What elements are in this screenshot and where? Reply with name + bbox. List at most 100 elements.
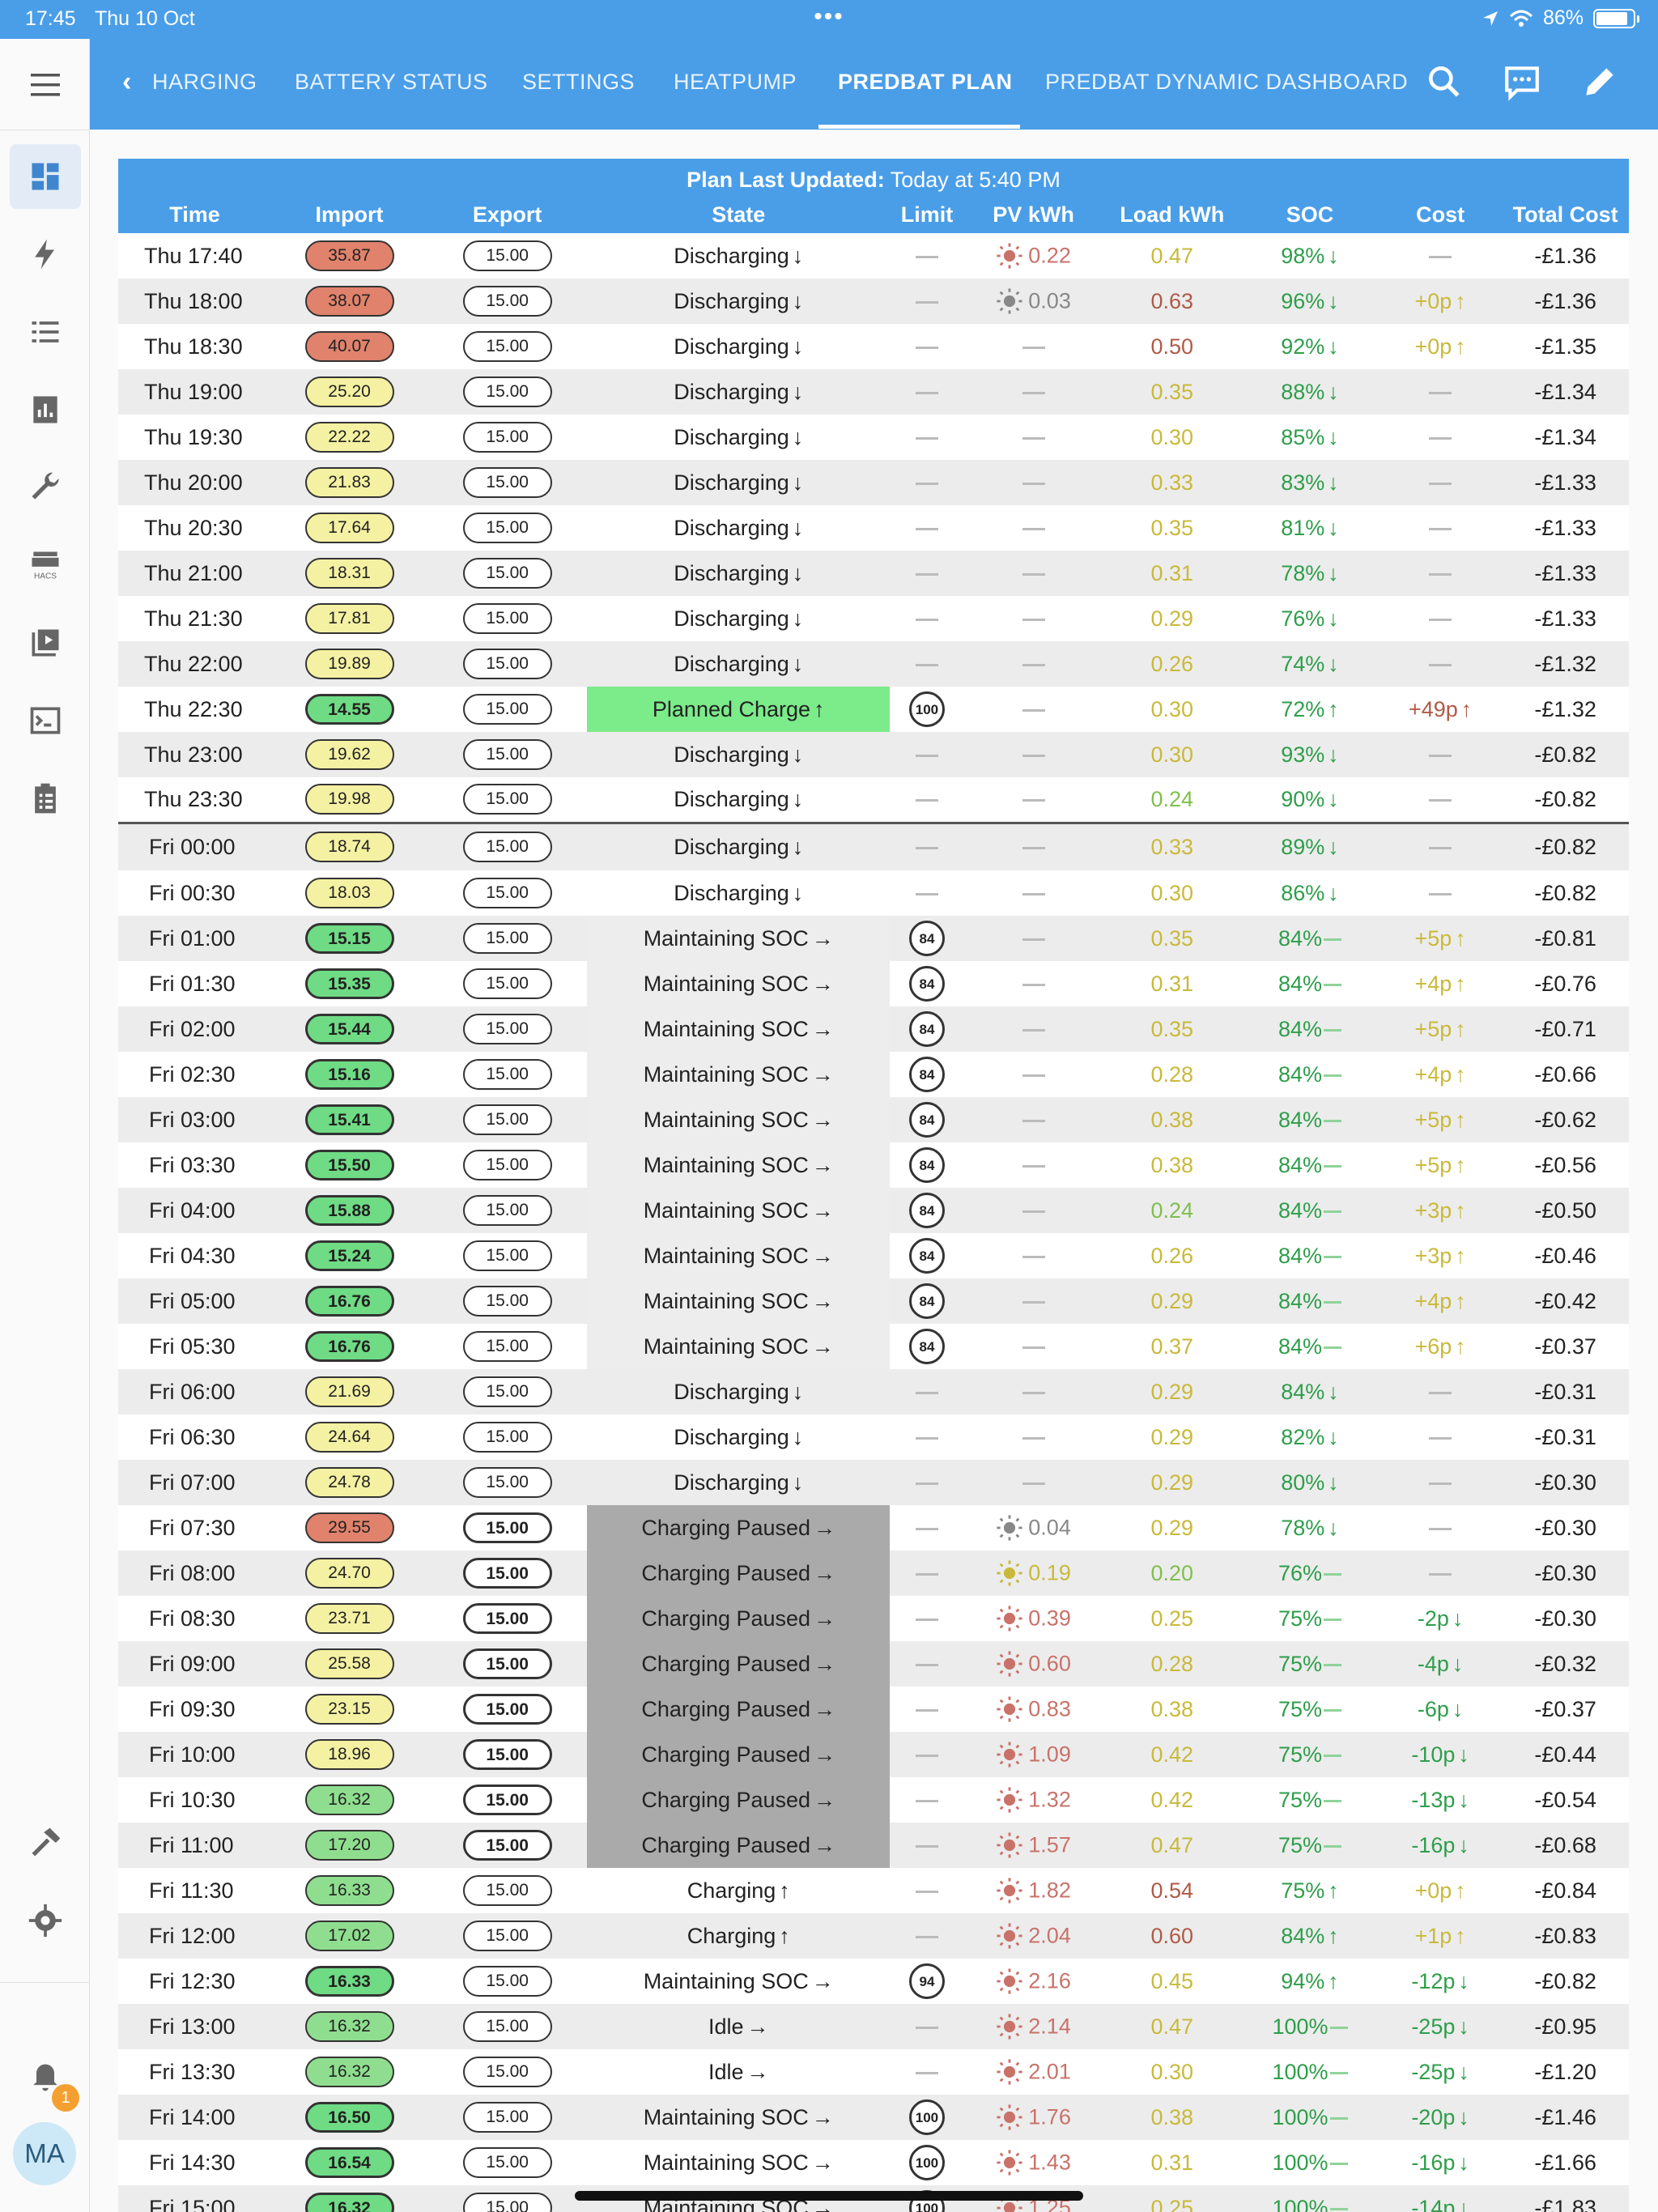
time-cell: Fri 15:00	[118, 2185, 272, 2212]
tab-predbat-plan[interactable]: PREDBAT PLAN	[838, 70, 1013, 95]
export-cell: 15.00	[427, 1732, 588, 1777]
load-cell: 0.29	[1103, 1460, 1242, 1505]
soc-value: 98%	[1281, 243, 1325, 268]
import-cell: 18.03	[271, 870, 428, 916]
load-cell: 0.29	[1103, 1278, 1242, 1324]
tab-charging[interactable]: HARGING	[152, 70, 257, 95]
export-cell: 15.00	[427, 551, 588, 596]
cost-cell: -13p ↓	[1378, 1777, 1503, 1823]
pv-value: 0.60	[1028, 1651, 1071, 1676]
empty-dash	[915, 1799, 938, 1802]
empty-dash	[1022, 983, 1045, 986]
soc-value: 88%	[1281, 379, 1325, 404]
empty-dash	[1429, 847, 1452, 850]
import-cell: 38.07	[271, 279, 428, 324]
tab-heatpump[interactable]: HEATPUMP	[674, 70, 797, 95]
tab-battery-status[interactable]: BATTERY STATUS	[295, 70, 488, 95]
arrow-right-icon: →	[811, 1968, 834, 1993]
pv-cell	[963, 916, 1103, 961]
sidebar-item-logbook[interactable]	[10, 300, 81, 364]
search-icon[interactable]	[1424, 62, 1465, 102]
sidebar-item-terminal[interactable]	[10, 688, 81, 753]
import-rate: 35.87	[304, 240, 394, 271]
arrow-up-icon: ↑	[779, 1878, 790, 1903]
sidebar-item-media[interactable]	[10, 610, 81, 675]
edit-icon[interactable]	[1579, 62, 1620, 102]
sidebar-item-overview[interactable]	[10, 144, 81, 209]
empty-dash	[915, 391, 938, 394]
export-rate: 15.00	[462, 1467, 552, 1498]
arrow-right-icon: →	[811, 2150, 834, 2175]
soc-value: 76%	[1278, 1560, 1323, 1585]
time-cell: Fri 06:00	[118, 1369, 272, 1414]
time-cell: Fri 04:00	[118, 1188, 272, 1233]
limit-cell	[890, 415, 964, 460]
avatar[interactable]: MA	[13, 2122, 76, 2185]
export-rate: 15.00	[462, 1104, 552, 1135]
cost-cell: +5p ↑	[1378, 1142, 1503, 1188]
export-rate: 15.00	[462, 422, 552, 453]
export-rate: 15.00	[462, 331, 552, 362]
sidebar-item-hacs[interactable]: HACS	[10, 533, 81, 598]
home-indicator[interactable]	[575, 2191, 1083, 2201]
pv-cell: 0.03	[963, 279, 1103, 324]
plan-rows: Thu 17:40 35.87 15.00 Discharging ↓ 0.22 …	[118, 233, 1629, 2212]
empty-dash	[1022, 436, 1045, 440]
tab-predbat-dynamic-dashboard[interactable]: PREDBAT DYNAMIC DASHBOARD	[1045, 70, 1408, 95]
import-cell: 40.07	[271, 324, 428, 369]
cost-value: +0p	[1414, 334, 1452, 359]
chevron-left-icon[interactable]: ‹	[122, 66, 131, 98]
sidebar-item-history[interactable]	[10, 377, 81, 442]
time-cell: Thu 21:00	[118, 551, 272, 596]
load-cell: 0.50	[1103, 324, 1242, 369]
import-rate: 21.69	[304, 1376, 394, 1407]
export-cell: 15.00	[427, 233, 588, 279]
tab-settings[interactable]: SETTINGS	[522, 70, 635, 95]
time-cell: Fri 01:30	[118, 961, 272, 1006]
state-label: Discharging	[674, 1379, 789, 1404]
time-cell: Fri 07:30	[118, 1505, 272, 1551]
multitasking-dots-icon[interactable]: •••	[0, 3, 1658, 31]
pv-cell: 1.09	[963, 1732, 1103, 1777]
chat-icon[interactable]	[1502, 62, 1542, 102]
limit-cell	[890, 1913, 964, 1959]
cost-cell	[1378, 1369, 1503, 1414]
cost-value: +1p	[1414, 1923, 1452, 1948]
pv-value: 1.76	[1028, 2104, 1071, 2129]
sidebar-item-energy[interactable]	[10, 222, 81, 287]
soc-value: 100%	[1272, 2014, 1329, 2039]
load-cell: 0.29	[1103, 1505, 1242, 1551]
total-cost-cell: -£0.56	[1502, 1142, 1629, 1188]
state-label: Maintaining SOC	[643, 2104, 809, 2129]
media-icon	[32, 629, 59, 657]
export-cell: 15.00	[427, 732, 588, 777]
sidebar-item-developer-tools[interactable]	[10, 455, 81, 520]
total-cost-cell: -£0.95	[1502, 2004, 1629, 2049]
state-cell: Discharging ↓	[587, 505, 891, 551]
load-cell: 0.35	[1103, 916, 1242, 961]
soc-cell: 96% ↓	[1241, 279, 1379, 324]
empty-dash	[1022, 1255, 1045, 1258]
menu-icon[interactable]	[29, 71, 62, 99]
arrow-down-icon: ↓	[1328, 334, 1339, 359]
cost-value: +4p	[1414, 1288, 1452, 1313]
table-row: Thu 17:40 35.87 15.00 Discharging ↓ 0.22 …	[118, 233, 1629, 279]
time-cell: Fri 05:30	[118, 1324, 272, 1369]
table-row: Thu 23:00 19.62 15.00 Discharging ↓ 0.30 …	[118, 732, 1629, 777]
sidebar-item-dev-build[interactable]	[10, 1810, 81, 1875]
export-rate: 15.00	[462, 1376, 552, 1407]
empty-dash	[1022, 391, 1045, 394]
import-rate: 16.32	[304, 2193, 394, 2212]
arrow-down-icon: ↓	[1458, 1742, 1469, 1767]
limit-cell: 84	[890, 961, 964, 1006]
arrow-down-icon: ↓	[1458, 1787, 1469, 1812]
table-row: Thu 22:00 19.89 15.00 Discharging ↓ 0.26 …	[118, 641, 1629, 687]
limit-badge: 84	[908, 1057, 945, 1092]
export-rate: 15.00	[462, 1286, 552, 1317]
load-cell: 0.37	[1103, 1324, 1242, 1369]
cost-cell	[1378, 460, 1503, 505]
limit-cell: 84	[890, 1052, 964, 1097]
sidebar-item-todo[interactable]	[10, 766, 81, 831]
sun-icon	[997, 1832, 1022, 1858]
sidebar-item-settings[interactable]	[10, 1888, 81, 1953]
